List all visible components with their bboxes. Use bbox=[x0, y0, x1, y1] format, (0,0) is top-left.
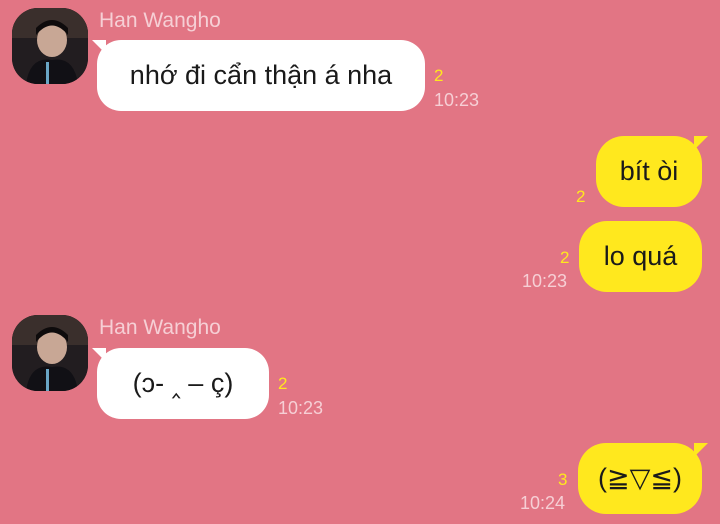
message-time: 10:23 bbox=[278, 398, 324, 418]
sender-avatar[interactable] bbox=[12, 8, 88, 84]
sender-name: Han Wangho bbox=[99, 9, 221, 32]
unread-count: 2 bbox=[278, 374, 288, 393]
unread-count: 3 bbox=[558, 470, 568, 489]
message-text: (≧▽≦) bbox=[598, 463, 682, 493]
message-text: nhớ đi cẩn thận á nha bbox=[129, 60, 393, 90]
message-bubble-outgoing[interactable]: lo quá bbox=[579, 221, 702, 292]
message-time: 10:23 bbox=[522, 271, 568, 291]
message-text: bít òi bbox=[619, 156, 679, 186]
message-text: lo quá bbox=[603, 241, 678, 271]
unread-count: 2 bbox=[560, 248, 570, 267]
message-text: (ↄ- ‸ – ç) bbox=[132, 368, 234, 398]
message-time: 10:23 bbox=[434, 90, 480, 110]
message-bubble-incoming[interactable]: (ↄ- ‸ – ç) bbox=[97, 348, 269, 419]
avatar-photo bbox=[12, 8, 88, 84]
avatar-photo bbox=[12, 315, 88, 391]
sender-avatar[interactable] bbox=[12, 315, 88, 391]
message-bubble-incoming[interactable]: nhớ đi cẩn thận á nha bbox=[97, 40, 425, 111]
unread-count: 2 bbox=[434, 66, 444, 85]
unread-count: 2 bbox=[576, 187, 586, 206]
message-bubble-outgoing[interactable]: bít òi bbox=[596, 136, 702, 207]
message-time: 10:24 bbox=[520, 493, 566, 513]
sender-name: Han Wangho bbox=[99, 316, 221, 339]
message-bubble-outgoing[interactable]: (≧▽≦) bbox=[578, 443, 702, 514]
